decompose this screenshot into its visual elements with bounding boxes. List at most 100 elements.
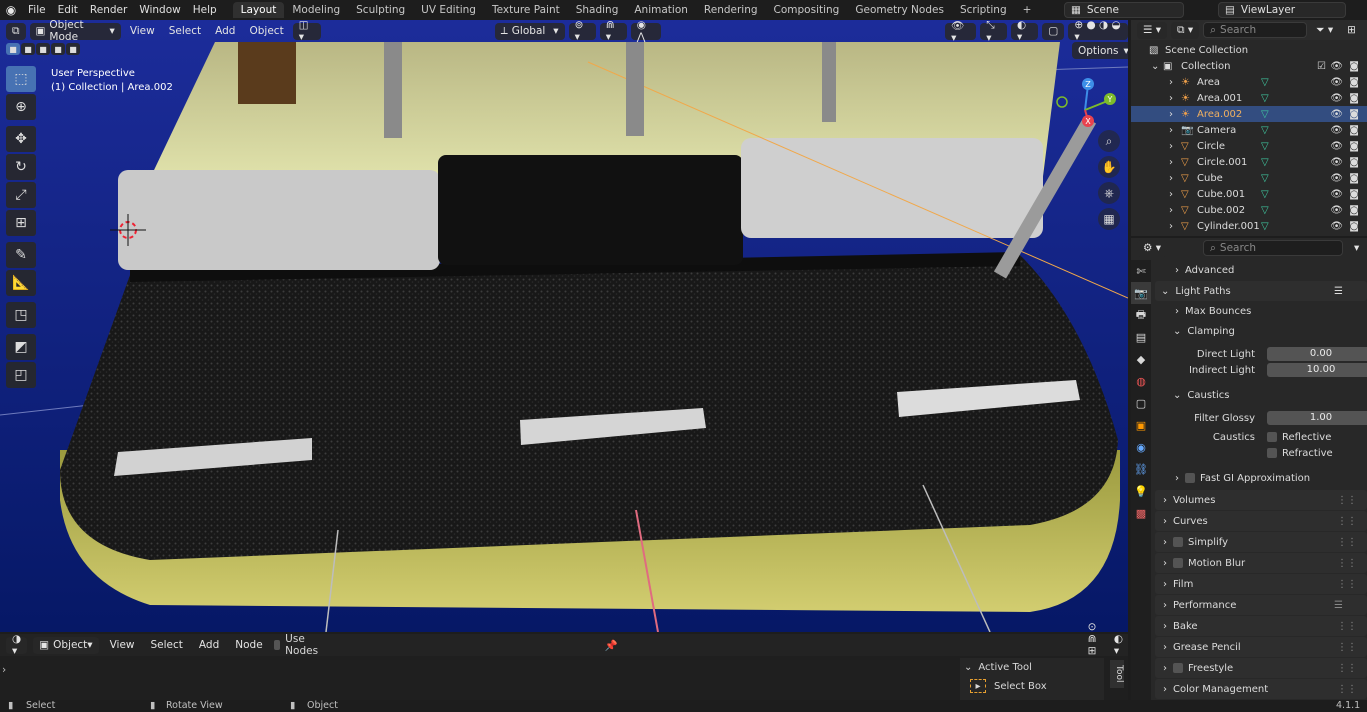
camera-render-icon[interactable]: ◙ xyxy=(1349,125,1359,136)
node-overlay-icon[interactable]: ◐ ▾ xyxy=(1109,633,1128,657)
tab-compositing[interactable]: Compositing xyxy=(766,2,848,18)
eye-icon[interactable]: 👁 xyxy=(1330,93,1343,104)
eye-icon[interactable]: 👁 xyxy=(1330,221,1343,232)
panel-light-paths[interactable]: ⌄ Light Paths ☰ xyxy=(1155,281,1367,301)
chevron-right-icon[interactable]: › xyxy=(1169,205,1173,216)
viewport-menu-object[interactable]: Object xyxy=(244,25,288,37)
blender-logo-icon[interactable]: ◉ xyxy=(0,3,22,17)
shader-type-dropdown[interactable]: ▣ Object ▾ xyxy=(33,636,99,654)
chevron-right-icon[interactable]: › xyxy=(2,664,6,676)
camera-render-icon[interactable]: ◙ xyxy=(1349,77,1359,88)
scene-selector[interactable]: ▦ Scene xyxy=(1064,2,1184,18)
add-workspace-button[interactable]: + xyxy=(1015,2,1040,18)
panel-caustics[interactable]: ⌄ Caustics xyxy=(1155,385,1367,405)
data-tab-icon[interactable]: 💡 xyxy=(1131,480,1151,502)
object-data-icon[interactable]: ▽ xyxy=(1261,77,1269,88)
panel-max-bounces[interactable]: › Max Bounces xyxy=(1155,301,1367,321)
outliner-item-area-002[interactable]: › ☀ Area.002 ▽ 👁 ◙ xyxy=(1131,106,1367,122)
drag-handle-icon[interactable]: ⋮⋮ xyxy=(1337,537,1357,548)
panel-checkbox[interactable] xyxy=(1173,663,1183,673)
viewport-menu-select[interactable]: Select xyxy=(164,25,206,37)
cursor-tool-icon[interactable]: ⊕ xyxy=(6,94,36,120)
editor-type-button[interactable]: ⧉ xyxy=(6,22,26,40)
tab-geometry-nodes[interactable]: Geometry Nodes xyxy=(847,2,952,18)
node-editor-type-icon[interactable]: ◑ ▾ xyxy=(6,633,28,657)
tool-tab-icon[interactable]: ✄ xyxy=(1131,260,1151,282)
refractive-checkbox[interactable]: Refractive xyxy=(1267,448,1333,459)
chevron-right-icon[interactable]: › xyxy=(1169,173,1173,184)
object-data-icon[interactable]: ▽ xyxy=(1261,125,1269,136)
object-data-icon[interactable]: ▽ xyxy=(1261,141,1269,152)
menu-help[interactable]: Help xyxy=(187,4,223,16)
eye-icon[interactable]: 👁 xyxy=(1330,77,1343,88)
constraints-tab-icon[interactable]: ⛓ xyxy=(1131,458,1151,480)
panel-checkbox[interactable] xyxy=(1173,537,1183,547)
outliner-scene-collection[interactable]: ▧ Scene Collection xyxy=(1131,42,1367,58)
move-tool-icon[interactable]: ✥ xyxy=(6,126,36,152)
snapping-toggle[interactable]: ⋒ ▾ xyxy=(599,20,627,43)
overlay-toggle[interactable]: ◐ ▾ xyxy=(1010,20,1039,43)
output-tab-icon[interactable]: 🖶 xyxy=(1131,304,1151,326)
scale-tool-icon[interactable]: ⤢ xyxy=(6,182,36,208)
object-data-icon[interactable]: ▽ xyxy=(1261,205,1269,216)
select-box-tool-icon[interactable]: ⬚ xyxy=(6,66,36,92)
properties-editor-type-icon[interactable]: ⚙ ▾ xyxy=(1137,239,1168,257)
node-menu-select[interactable]: Select xyxy=(146,639,188,651)
tab-scripting[interactable]: Scripting xyxy=(952,2,1015,18)
object-data-icon[interactable]: ▽ xyxy=(1261,157,1269,168)
object-data-icon[interactable]: ▽ xyxy=(1261,189,1269,200)
select-extend-icon[interactable]: ■ xyxy=(21,43,35,55)
panel-volumes[interactable]: › Volumes ⋮⋮ xyxy=(1155,490,1367,510)
panel-bake[interactable]: › Bake ⋮⋮ xyxy=(1155,616,1367,636)
transform-orientation-dropdown[interactable]: ⟂ Global ▾ xyxy=(494,22,565,40)
filter-glossy-field[interactable]: 1.00 xyxy=(1267,411,1367,425)
select-new-icon[interactable]: ■ xyxy=(6,43,20,55)
panel-motion-blur[interactable]: › Motion Blur ⋮⋮ xyxy=(1155,553,1367,573)
indirect-light-field[interactable]: 10.00 xyxy=(1267,363,1367,377)
shading-modes[interactable]: ⊕ ● ◑ ◒ ▾ xyxy=(1068,20,1128,43)
collection-tab-icon[interactable]: ▢ xyxy=(1131,392,1151,414)
list-presets-icon[interactable]: ☰ xyxy=(1334,286,1343,297)
tab-layout[interactable]: Layout xyxy=(232,2,285,18)
outliner-item-camera[interactable]: › 📷 Camera ▽ 👁 ◙ xyxy=(1131,122,1367,138)
new-collection-icon[interactable]: ⊞ xyxy=(1342,24,1361,36)
eye-icon[interactable]: 👁 xyxy=(1330,173,1343,184)
tab-modeling[interactable]: Modeling xyxy=(284,2,348,18)
tab-animation[interactable]: Animation xyxy=(626,2,696,18)
chevron-right-icon[interactable]: › xyxy=(1169,157,1173,168)
xray-toggle[interactable]: ▢ xyxy=(1042,22,1065,40)
drag-handle-icon[interactable]: ⋮⋮ xyxy=(1337,663,1357,674)
pan-hand-icon[interactable]: ✋ xyxy=(1098,156,1120,178)
extrude-tool-icon[interactable]: ◩ xyxy=(6,334,36,360)
tab-rendering[interactable]: Rendering xyxy=(696,2,766,18)
node-menu-node[interactable]: Node xyxy=(230,639,267,651)
texture-tab-icon[interactable]: ▩ xyxy=(1131,502,1151,524)
options-button[interactable]: Options ▾ xyxy=(1072,42,1128,59)
render-tab-icon[interactable]: 📷 xyxy=(1131,282,1151,304)
eye-icon[interactable]: 👁 xyxy=(1330,109,1343,120)
select-invert-icon[interactable]: ■ xyxy=(51,43,65,55)
perspective-grid-icon[interactable]: ▦ xyxy=(1098,208,1120,230)
eye-icon[interactable]: 👁 xyxy=(1330,125,1343,136)
shader-node-editor[interactable]: ◑ ▾ ▣ Object ▾ View Select Add Node Use … xyxy=(0,621,1128,700)
chevron-right-icon[interactable]: › xyxy=(1169,141,1173,152)
transform-tool-icon[interactable]: ⊞ xyxy=(6,210,36,236)
checkbox-checked-icon[interactable]: ☑ xyxy=(1317,61,1326,72)
panel-freestyle[interactable]: › Freestyle ⋮⋮ xyxy=(1155,658,1367,678)
drag-handle-icon[interactable]: ⋮⋮ xyxy=(1337,642,1357,653)
eye-icon[interactable]: 👁 xyxy=(1330,205,1343,216)
object-mode-dropdown[interactable]: ▣ Object Mode ▾ xyxy=(29,20,121,43)
drag-handle-icon[interactable]: ⋮⋮ xyxy=(1337,558,1357,569)
camera-render-icon[interactable]: ◙ xyxy=(1349,189,1359,200)
fast-gi-checkbox[interactable] xyxy=(1185,473,1195,483)
outliner-item-cube-001[interactable]: › ▽ Cube.001 ▽ 👁 ◙ xyxy=(1131,186,1367,202)
select-subtract-icon[interactable]: ■ xyxy=(36,43,50,55)
panel-grease-pencil[interactable]: › Grease Pencil ⋮⋮ xyxy=(1155,637,1367,657)
camera-render-icon[interactable]: ◙ xyxy=(1349,205,1359,216)
object-data-icon[interactable]: ▽ xyxy=(1261,221,1269,232)
tab-texture-paint[interactable]: Texture Paint xyxy=(484,2,568,18)
add-cube-tool-icon[interactable]: ◳ xyxy=(6,302,36,328)
object-data-icon[interactable]: ▽ xyxy=(1261,109,1269,120)
outliner-item-circle-001[interactable]: › ▽ Circle.001 ▽ 👁 ◙ xyxy=(1131,154,1367,170)
tool-side-tab[interactable]: Tool xyxy=(1110,660,1124,688)
